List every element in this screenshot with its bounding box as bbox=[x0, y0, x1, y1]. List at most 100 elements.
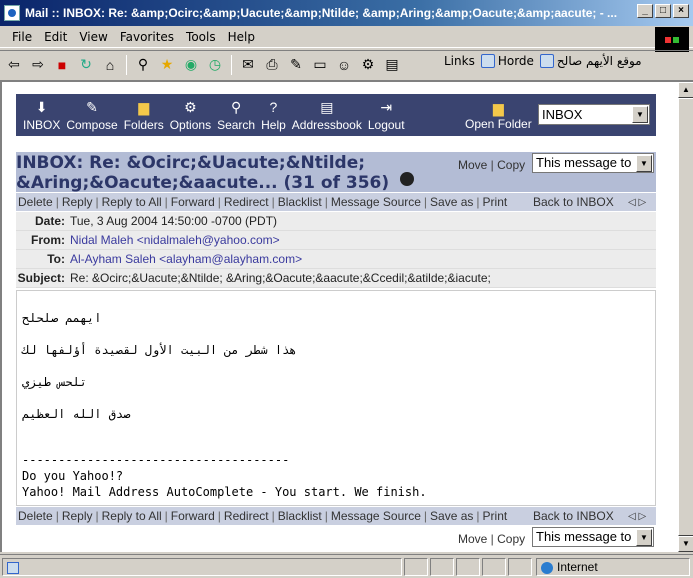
page-icon bbox=[539, 54, 554, 68]
status-bar: Internet bbox=[0, 554, 693, 578]
print-link[interactable]: Print bbox=[483, 509, 508, 523]
favorites-icon[interactable]: ★ bbox=[157, 55, 177, 75]
nav-logout[interactable]: ⇥ Logout bbox=[365, 99, 408, 132]
body-line: تلحس طيزي bbox=[22, 375, 88, 389]
status-message bbox=[2, 558, 402, 576]
message-source-link[interactable]: Message Source bbox=[331, 195, 421, 209]
chevron-down-icon[interactable]: ▼ bbox=[632, 106, 648, 123]
back-icon[interactable]: ⇦ bbox=[4, 55, 24, 75]
link-horde[interactable]: Horde bbox=[480, 54, 534, 68]
nav-inbox[interactable]: ⬇ INBOX bbox=[20, 99, 63, 132]
close-button[interactable]: × bbox=[673, 4, 689, 18]
media-icon[interactable]: ◉ bbox=[181, 55, 201, 75]
target-folder-select-bottom[interactable]: This message to ▼ bbox=[532, 527, 654, 547]
discuss-icon[interactable]: ▭ bbox=[310, 55, 330, 75]
menu-favorites[interactable]: Favorites bbox=[114, 30, 180, 44]
scroll-up-icon[interactable]: ▲ bbox=[678, 82, 693, 98]
compose-icon: ✎ bbox=[86, 99, 98, 115]
edit-icon[interactable]: ✎ bbox=[286, 55, 306, 75]
message-body: ايهمم صلحلح هذا شطر من البيت الأول لقصيد… bbox=[16, 290, 656, 506]
nav-folders[interactable]: ▆ Folders bbox=[121, 99, 167, 132]
back-to-inbox-link[interactable]: Back to INBOX bbox=[533, 509, 614, 523]
folder-select[interactable]: INBOX ▼ bbox=[538, 104, 650, 125]
messenger-icon[interactable]: ☺ bbox=[334, 55, 354, 75]
browser-icon bbox=[4, 5, 20, 21]
history-icon[interactable]: ◷ bbox=[205, 55, 225, 75]
redirect-link[interactable]: Redirect bbox=[224, 509, 269, 523]
date-label: Date: bbox=[34, 214, 65, 228]
copy-link[interactable]: Copy bbox=[497, 532, 525, 546]
page-icon bbox=[480, 54, 495, 68]
message-source-link[interactable]: Message Source bbox=[331, 509, 421, 523]
search-icon[interactable]: ⚲ bbox=[133, 55, 153, 75]
blacklist-link[interactable]: Blacklist bbox=[278, 509, 322, 523]
notes-icon[interactable]: ▤ bbox=[382, 55, 402, 75]
save-as-link[interactable]: Save as bbox=[430, 195, 473, 209]
body-line: ايهمم صلحلح bbox=[22, 311, 102, 325]
save-as-link[interactable]: Save as bbox=[430, 509, 473, 523]
home-icon[interactable]: ⌂ bbox=[100, 55, 120, 75]
forward-link[interactable]: Forward bbox=[171, 509, 215, 523]
move-copy-top: Move | Copy bbox=[458, 158, 526, 172]
link-alayham[interactable]: موقع الأيهم صالح bbox=[539, 54, 642, 68]
nav-search[interactable]: ⚲ Search bbox=[214, 99, 258, 132]
addressbook-icon: ▤ bbox=[320, 99, 334, 115]
minimize-button[interactable]: _ bbox=[637, 4, 653, 18]
delete-link[interactable]: Delete bbox=[18, 195, 53, 209]
menu-file[interactable]: File bbox=[6, 30, 38, 44]
subject-value: Re: &Ocirc;&Uacute;&Ntilde; &Aring;&Oacu… bbox=[70, 271, 491, 285]
menu-help[interactable]: Help bbox=[222, 30, 261, 44]
target-folder-select-top[interactable]: This message to ▼ bbox=[532, 153, 654, 173]
research-icon[interactable]: ⚙ bbox=[358, 55, 378, 75]
subject-label: Subject: bbox=[17, 271, 65, 285]
menu-view[interactable]: View bbox=[73, 30, 113, 44]
scroll-thumb[interactable] bbox=[678, 98, 693, 536]
redirect-link[interactable]: Redirect bbox=[224, 195, 269, 209]
reply-all-link[interactable]: Reply to All bbox=[102, 509, 162, 523]
logout-icon: ⇥ bbox=[380, 99, 393, 115]
reply-link[interactable]: Reply bbox=[62, 195, 93, 209]
copy-link[interactable]: Copy bbox=[497, 158, 525, 172]
print-icon[interactable]: ⎙ bbox=[262, 55, 282, 75]
move-link[interactable]: Move bbox=[458, 532, 487, 546]
nav-compose[interactable]: ✎ Compose bbox=[63, 99, 120, 132]
print-link[interactable]: Print bbox=[483, 195, 508, 209]
help-icon: ? bbox=[269, 99, 278, 115]
options-icon: ⚙ bbox=[184, 99, 197, 115]
to-value[interactable]: Al-Ayham Saleh <alayham@alayham.com> bbox=[65, 252, 302, 266]
page-icon bbox=[7, 561, 19, 574]
forward-icon[interactable]: ⇨ bbox=[28, 55, 48, 75]
globe-icon bbox=[541, 561, 553, 574]
nav-options[interactable]: ⚙ Options bbox=[167, 99, 214, 132]
move-link[interactable]: Move bbox=[458, 158, 487, 172]
menu-edit[interactable]: Edit bbox=[38, 30, 73, 44]
windows-logo-icon bbox=[655, 27, 689, 52]
prev-next-arrows[interactable]: ◁ ▷ bbox=[628, 511, 646, 522]
prev-next-arrows[interactable]: ◁ ▷ bbox=[628, 197, 646, 208]
signature-separator: ------------------------------------- bbox=[22, 453, 290, 467]
chevron-down-icon[interactable]: ▼ bbox=[636, 155, 652, 172]
message-headers: Date: Tue, 3 Aug 2004 14:50:00 -0700 (PD… bbox=[16, 212, 656, 288]
reply-link[interactable]: Reply bbox=[62, 509, 93, 523]
menu-tools[interactable]: Tools bbox=[180, 30, 222, 44]
stop-icon[interactable]: ■ bbox=[52, 55, 72, 75]
blacklist-link[interactable]: Blacklist bbox=[278, 195, 322, 209]
back-to-inbox-link[interactable]: Back to INBOX bbox=[533, 195, 614, 209]
scroll-down-icon[interactable]: ▼ bbox=[678, 536, 693, 552]
vertical-scrollbar[interactable]: ▲ ▼ bbox=[677, 82, 693, 552]
from-value[interactable]: Nidal Maleh <nidalmaleh@yahoo.com> bbox=[65, 233, 280, 247]
forward-link[interactable]: Forward bbox=[171, 195, 215, 209]
move-copy-bottom: Move | Copy bbox=[458, 532, 526, 546]
actions-bar-bottom: Delete | Reply | Reply to All | Forward | Re… bbox=[16, 507, 656, 525]
reply-all-link[interactable]: Reply to All bbox=[102, 195, 162, 209]
window-titlebar: Mail :: INBOX: Re: &amp;Ocirc;&amp;Uacut… bbox=[0, 0, 693, 26]
nav-addressbook[interactable]: ▤ Addressbook bbox=[289, 99, 365, 132]
nav-help[interactable]: ? Help bbox=[258, 99, 289, 132]
chevron-down-icon[interactable]: ▼ bbox=[636, 529, 652, 546]
body-line: صدق الله العظيم bbox=[22, 407, 131, 421]
mail-icon[interactable]: ✉ bbox=[238, 55, 258, 75]
delete-link[interactable]: Delete bbox=[18, 509, 53, 523]
maximize-button[interactable]: □ bbox=[655, 4, 671, 18]
refresh-icon[interactable]: ↻ bbox=[76, 55, 96, 75]
open-folder-label: ▆ Open Folder bbox=[465, 100, 532, 131]
